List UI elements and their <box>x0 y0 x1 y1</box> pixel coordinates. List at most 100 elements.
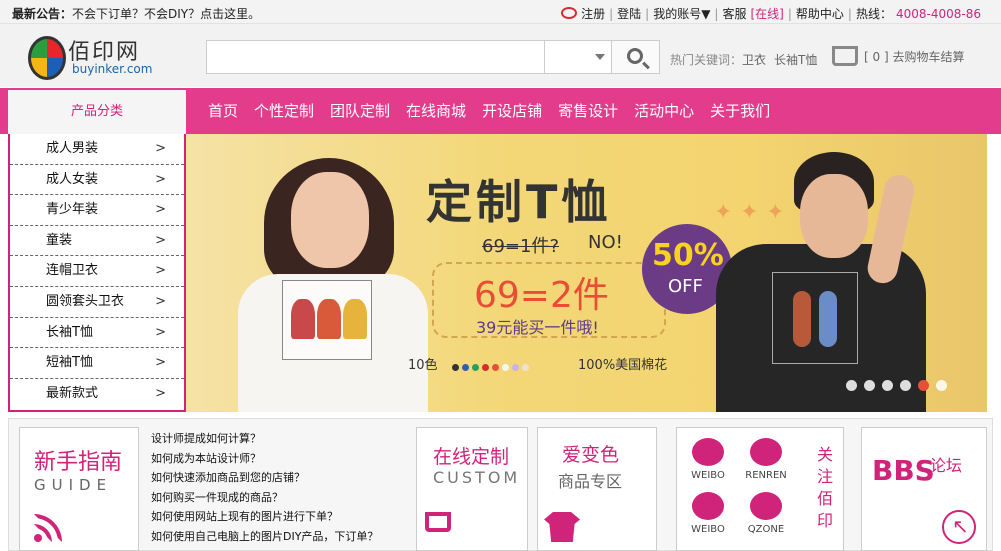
customer-service-label: 客服 <box>722 7 747 21</box>
chevron-right-icon: > <box>155 324 166 340</box>
category-label: 童装 <box>46 232 73 248</box>
follow-label: 关注佰印 <box>817 445 834 530</box>
weibo-link[interactable]: WEIBO <box>683 438 733 481</box>
guide-box[interactable]: 新手指南 GUIDE <box>19 427 139 551</box>
chevron-right-icon: > <box>155 171 166 187</box>
custom-title: 在线定制 <box>433 446 510 468</box>
top-links: 注册 | 登陆 | 我的账号▼ | 客服 [在线] | 帮助中心 | 热线： 4008-4008-86 <box>559 5 983 22</box>
faq-link[interactable]: 如何快速添加商品到您的店铺？ <box>151 468 378 488</box>
renren-icon <box>750 438 782 466</box>
category-item[interactable]: 成人男装 > <box>10 134 184 165</box>
nav-consign[interactable]: 寄售设计 <box>550 88 626 134</box>
rss-icon <box>34 512 64 542</box>
search-input[interactable] <box>211 45 537 69</box>
category-item[interactable]: 成人女装 > <box>10 165 184 196</box>
category-item[interactable]: 短袖T恤 > <box>10 348 184 379</box>
category-item[interactable]: 最新款式 > <box>10 379 184 410</box>
feature-area: 新手指南 GUIDE 设计师提成如何计算？ 如何成为本站设计师？ 如何快速添加商… <box>8 418 993 551</box>
couple-print <box>772 272 858 364</box>
chevron-right-icon: > <box>155 355 166 371</box>
cartoon-figure <box>343 299 367 339</box>
nav-home[interactable]: 首页 <box>200 88 246 134</box>
category-item[interactable]: 长袖T恤 > <box>10 318 184 349</box>
nav-team[interactable]: 团队定制 <box>322 88 398 134</box>
chevron-right-icon: > <box>155 232 166 248</box>
discount-percent: 50% <box>652 238 724 273</box>
nav-about[interactable]: 关于我们 <box>702 88 778 134</box>
chevron-right-icon: > <box>155 263 166 279</box>
model-girl-face <box>291 172 369 268</box>
faq-link[interactable]: 如何使用网站上现有的图片进行下单？ <box>151 507 378 527</box>
shopping-cart-icon <box>425 512 451 532</box>
color-change-box[interactable]: 爱变色 商品专区 <box>537 427 657 551</box>
hot-keywords-label: 热门关键词： <box>670 53 743 67</box>
slide-dot[interactable] <box>864 380 875 391</box>
help-center-link[interactable]: 帮助中心 <box>796 7 844 21</box>
online-service-link[interactable]: [在线] <box>750 7 783 21</box>
cartoon-figure <box>819 291 837 347</box>
slide-dot[interactable] <box>918 380 929 391</box>
separator: | <box>787 7 792 21</box>
faq-link[interactable]: 如何购买一件现成的商品？ <box>151 488 378 508</box>
category-item[interactable]: 连帽卫衣 > <box>10 256 184 287</box>
chevron-right-icon: > <box>155 293 166 309</box>
color-swatch <box>492 364 499 371</box>
announcement[interactable]: 最新公告：不会下订单？不会DIY？点击这里。 <box>12 5 260 22</box>
nav-custom[interactable]: 个性定制 <box>246 88 322 134</box>
hot-keyword[interactable]: 长袖T恤 <box>774 53 817 67</box>
weibo-icon[interactable] <box>561 7 578 19</box>
tencent-weibo-icon <box>692 492 724 520</box>
slide-dot[interactable] <box>936 380 947 391</box>
color-swatch <box>482 364 489 371</box>
online-custom-box[interactable]: 在线定制 CUSTOM <box>416 427 528 551</box>
site-logo[interactable]: 佰印网 buyinker.com <box>28 34 158 84</box>
chevron-right-icon: > <box>155 141 166 156</box>
slide-indicators <box>846 380 954 394</box>
qzone-star-icon <box>750 492 782 520</box>
faq-link[interactable]: 如何使用自己电脑上的图片DIY产品，下订单？ <box>151 527 378 547</box>
category-label: 最新款式 <box>46 385 99 401</box>
slide-dot[interactable] <box>846 380 857 391</box>
category-item[interactable]: 青少年装 > <box>10 195 184 226</box>
tencent-weibo-link[interactable]: WEIBO <box>683 492 733 535</box>
slide-dot[interactable] <box>900 380 911 391</box>
qzone-link[interactable]: QZONE <box>741 492 791 535</box>
color-swatch <box>452 364 459 371</box>
cart-link[interactable]: [ 0 ] 去购物车结算 <box>832 46 964 66</box>
renren-link[interactable]: RENREN <box>741 438 791 481</box>
announcement-text[interactable]: 不会下订单？不会DIY？点击这里。 <box>72 7 260 21</box>
bbs-subtitle: 论坛 <box>930 456 963 475</box>
nav-events[interactable]: 活动中心 <box>626 88 702 134</box>
color-title: 爱变色 <box>562 444 620 466</box>
bbs-box[interactable]: BBS 论坛 <box>861 427 987 551</box>
search-button[interactable] <box>611 41 659 73</box>
product-category-tab[interactable]: 产品分类 <box>8 88 186 134</box>
category-item[interactable]: 圆领套头卫衣 > <box>10 287 184 318</box>
login-link[interactable]: 登陆 <box>617 7 641 21</box>
nav-mall[interactable]: 在线商城 <box>398 88 474 134</box>
category-item[interactable]: 童装 > <box>10 226 184 257</box>
logo-domain: buyinker.com <box>72 62 153 76</box>
arrow-up-left-icon[interactable] <box>942 510 976 544</box>
banner-old-price: 69=1件? <box>482 236 559 257</box>
register-link[interactable]: 注册 <box>581 7 605 21</box>
model-boy-face <box>800 174 868 258</box>
color-swatches <box>452 360 532 374</box>
category-label: 青少年装 <box>46 202 99 218</box>
faq-link[interactable]: 如何成为本站设计师？ <box>151 449 378 469</box>
cartoon-figure <box>291 299 315 339</box>
shopping-cart-icon <box>832 46 858 66</box>
faq-list: 设计师提成如何计算？ 如何成为本站设计师？ 如何快速添加商品到您的店铺？ 如何购… <box>151 429 378 546</box>
separator: | <box>609 7 614 21</box>
search-category-select[interactable] <box>544 41 612 73</box>
slide-dot[interactable] <box>882 380 893 391</box>
custom-subtitle: CUSTOM <box>433 468 521 487</box>
my-account-menu[interactable]: 我的账号▼ <box>653 7 710 21</box>
hot-keyword[interactable]: 卫衣 <box>742 53 766 67</box>
cartoon-figure <box>793 291 811 347</box>
banner-title: 定制T恤 <box>426 175 612 229</box>
promo-banner[interactable]: ✦ ✦ ✦ ~ ~ ~ 定制T恤 69=1件? NO! 69=2件 39元能买一… <box>186 134 987 412</box>
faq-link[interactable]: 设计师提成如何计算？ <box>151 429 378 449</box>
color-swatch <box>512 364 519 371</box>
nav-open-shop[interactable]: 开设店铺 <box>474 88 550 134</box>
